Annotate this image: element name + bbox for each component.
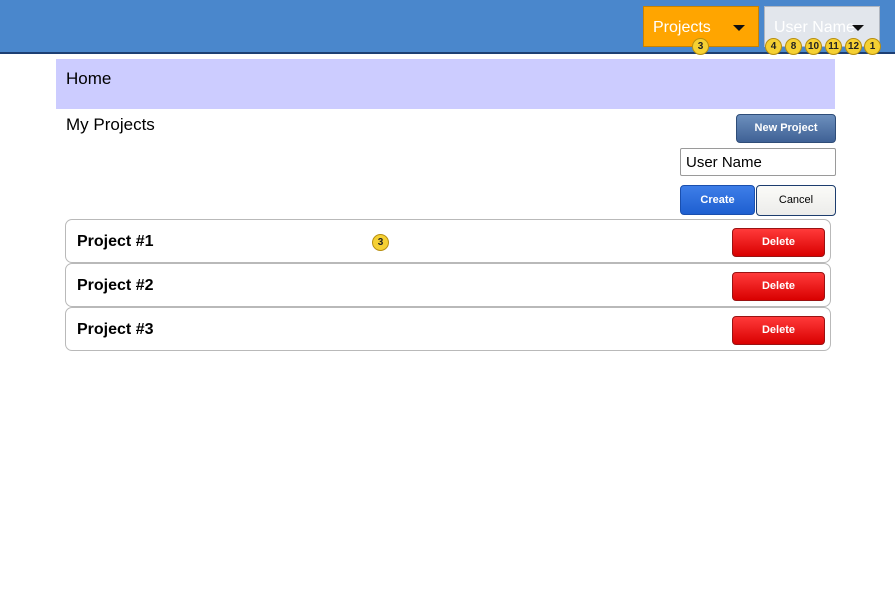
annotation-badge: 3 bbox=[692, 38, 709, 55]
home-title: Home bbox=[66, 69, 112, 88]
user-menu-dropdown[interactable]: User Name bbox=[764, 6, 880, 47]
project-row: Project #2 Delete bbox=[65, 263, 831, 307]
annotation-badge: 4 bbox=[765, 38, 782, 55]
annotation-badge: 8 bbox=[785, 38, 802, 55]
annotation-badge: 11 bbox=[825, 38, 842, 55]
project-title: Project #1 bbox=[77, 233, 154, 250]
project-row: Project #3 Delete bbox=[65, 307, 831, 351]
top-navigation-bar: Projects User Name 3 4 8 10 11 12 1 bbox=[0, 0, 895, 55]
delete-button[interactable]: Delete bbox=[732, 272, 825, 301]
annotation-badge: 12 bbox=[845, 38, 862, 55]
project-title: Project #3 bbox=[77, 321, 154, 338]
projects-dropdown-label: Projects bbox=[653, 19, 711, 36]
cancel-button[interactable]: Cancel bbox=[756, 185, 836, 216]
project-row: Project #1 Delete bbox=[65, 219, 831, 263]
project-name-input[interactable] bbox=[680, 148, 836, 176]
user-menu-label: User Name bbox=[774, 19, 855, 36]
annotation-badge: 10 bbox=[805, 38, 822, 55]
chevron-down-icon bbox=[852, 25, 864, 31]
delete-button[interactable]: Delete bbox=[732, 228, 825, 257]
annotation-badge: 1 bbox=[864, 38, 881, 55]
project-title: Project #2 bbox=[77, 277, 154, 294]
home-header: Home bbox=[56, 59, 835, 109]
delete-button[interactable]: Delete bbox=[732, 316, 825, 345]
chevron-down-icon bbox=[733, 25, 745, 31]
section-title: My Projects bbox=[66, 115, 155, 134]
new-project-button[interactable]: New Project bbox=[736, 114, 836, 143]
create-button[interactable]: Create bbox=[680, 185, 755, 215]
annotation-badge: 3 bbox=[372, 234, 389, 251]
